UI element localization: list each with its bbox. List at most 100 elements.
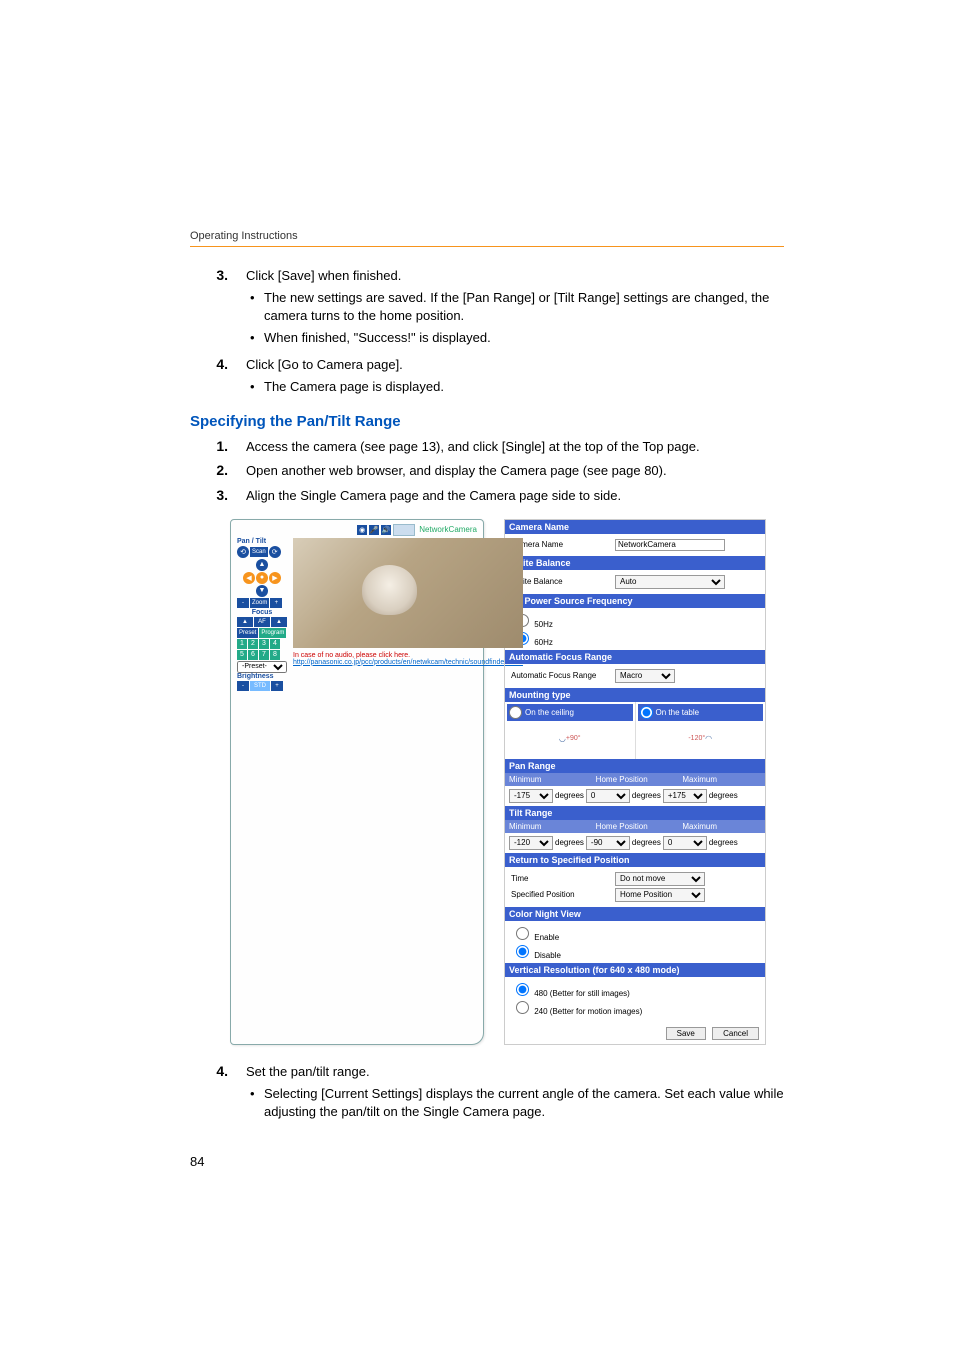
zoom-out-button[interactable]: - [237,598,249,608]
vres-480-label: 480 (Better for still images) [534,989,630,998]
ac-50hz-label: 50Hz [534,620,553,629]
capture-icon[interactable]: ◉ [357,525,367,535]
tilt-max-select[interactable]: 0 [663,836,707,850]
pantilt-label: Pan / Tilt [237,538,287,545]
white-balance-select[interactable]: Auto [615,575,725,589]
tilt-home-select[interactable]: -90 [586,836,630,850]
rsp-header: Return to Specified Position [505,853,765,867]
pan-right-icon[interactable]: ⟳ [269,546,281,558]
focus-auto-button[interactable]: AF [254,617,270,627]
mount-table-label: On the table [656,708,700,717]
focus-label: Focus [237,609,287,616]
pan-range-header: Pan Range [505,759,765,773]
program-button[interactable]: Program [259,628,286,638]
step-4-number: 4. [190,356,246,372]
scan-button[interactable]: Scan [250,547,268,557]
brightness-up[interactable]: + [271,681,283,691]
mount-header: Mounting type [505,688,765,702]
rsp-time-label: Time [511,874,611,883]
header-rule [190,246,784,247]
pan-left-button[interactable]: ◀ [243,572,255,584]
tilt-down-icon[interactable]: ▼ [256,585,268,597]
ac-frequency-header: AC Power Source Frequency [505,594,765,608]
preset-6[interactable]: 6 [248,650,258,660]
tilt-range-header: Tilt Range [505,806,765,820]
pan-home-header: Home Position [592,773,679,786]
rsp-pos-select[interactable]: Home Position [615,888,705,902]
single-camera-panel: ◉ 🎤 🔊 NetworkCamera Pan / Tilt ⟲ Scan ⟳ … [230,519,484,1045]
substep-4-text: Set the pan/tilt range. [246,1064,370,1079]
preset-5[interactable]: 5 [237,650,247,660]
preset-8[interactable]: 8 [270,650,280,660]
cnv-enable-label: Enable [534,933,559,942]
substep-3-text: Align the Single Camera page and the Cam… [246,487,784,505]
rsp-time-select[interactable]: Do not move [615,872,705,886]
step-3-number: 3. [190,267,246,283]
preset-7[interactable]: 7 [259,650,269,660]
cnv-disable-radio[interactable] [516,945,529,958]
zoom-button[interactable]: Zoom [250,598,269,608]
vres-240-label: 240 (Better for motion images) [534,1007,642,1016]
focus-far-button[interactable]: ▲ [271,617,287,627]
section-title: Specifying the Pan/Tilt Range [190,413,784,430]
camera-settings-panel: Camera Name Camera Name White Balance Wh… [504,519,766,1045]
rsp-pos-label: Specified Position [511,890,611,899]
tilt-home-header: Home Position [592,820,679,833]
preset-2[interactable]: 2 [248,639,258,649]
mount-table-icon: -120° ◠ [638,721,764,757]
pan-left-icon[interactable]: ⟲ [237,546,249,558]
home-button[interactable]: ● [256,572,268,584]
preset-button[interactable]: Preset [237,628,258,638]
cnv-disable-label: Disable [534,951,561,960]
cnv-enable-radio[interactable] [516,927,529,940]
brightness-label: Brightness [237,673,287,680]
mount-ceiling-icon: ◡ +90° [507,721,633,757]
tilt-min-header: Minimum [505,820,592,833]
afr-select[interactable]: Macro [615,669,675,683]
help-url-link[interactable]: http://panasonic.co.jp/pcc/products/en/n… [293,659,523,666]
header-label: Operating Instructions [190,230,784,242]
step-4-text: Click [Go to Camera page]. [246,357,403,372]
focus-near-button[interactable]: ▲ [237,617,253,627]
substep-4-number: 4. [190,1063,246,1079]
pan-right-button[interactable]: ▶ [269,572,281,584]
mount-table-radio[interactable] [640,706,653,719]
pan-max-select[interactable]: +175 [663,789,707,803]
substep-1-number: 1. [190,438,246,454]
preset-1[interactable]: 1 [237,639,247,649]
camera-name-label: Camera Name [511,540,611,549]
tilt-min-select[interactable]: -120 [509,836,553,850]
tilt-up-icon[interactable]: ▲ [256,559,268,571]
vres-240-radio[interactable] [516,1001,529,1014]
cancel-button[interactable]: Cancel [712,1027,759,1040]
step-3-text: Click [Save] when finished. [246,268,401,283]
cnv-header: Color Night View [505,907,765,921]
substep-1-text: Access the camera (see page 13), and cli… [246,438,784,456]
slider-icon[interactable] [393,524,415,536]
step-3-bullet-2: When finished, "Success!" is displayed. [246,329,784,347]
mount-ceiling-radio[interactable] [509,706,522,719]
pan-min-select[interactable]: -175 [509,789,553,803]
deg-label: degrees [555,791,584,800]
vres-480-radio[interactable] [516,983,529,996]
camera-name-input[interactable] [615,539,725,551]
no-audio-link[interactable]: In case of no audio, please click here. [293,652,523,659]
substep-2-text: Open another web browser, and display th… [246,462,784,480]
brightness-std[interactable]: STD [250,681,270,691]
preset-3[interactable]: 3 [259,639,269,649]
pan-home-select[interactable]: 0 [586,789,630,803]
preset-4[interactable]: 4 [270,639,280,649]
zoom-in-button[interactable]: + [270,598,282,608]
speaker-icon[interactable]: 🔊 [381,525,391,535]
step-3-bullet-1: The new settings are saved. If the [Pan … [246,289,784,325]
network-camera-label: NetworkCamera [419,525,477,534]
vres-header: Vertical Resolution (for 640 x 480 mode) [505,963,765,977]
mic-icon[interactable]: 🎤 [369,525,379,535]
brightness-down[interactable]: - [237,681,249,691]
white-balance-label: White Balance [511,577,611,586]
white-balance-header: White Balance [505,556,765,570]
camera-name-header: Camera Name [505,520,765,534]
preset-select[interactable]: -Preset- [237,661,287,673]
figure-row: ◉ 🎤 🔊 NetworkCamera Pan / Tilt ⟲ Scan ⟳ … [230,519,784,1045]
save-button[interactable]: Save [666,1027,706,1040]
